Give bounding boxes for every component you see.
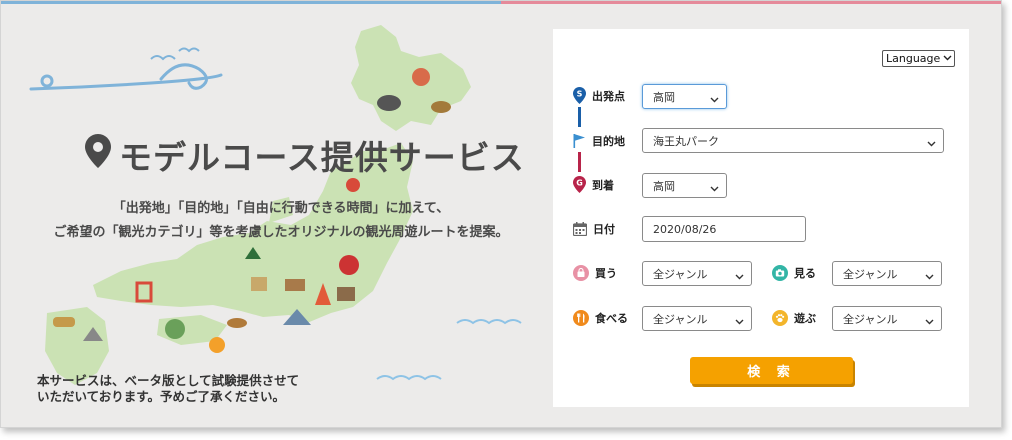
calendar-icon [573,222,587,236]
chevron-down-icon [925,315,934,328]
buy-genre-value: 全ジャンル [653,267,708,281]
arrival-select[interactable]: 高岡 [642,173,727,198]
map-pin-icon [85,134,111,176]
departure-select-value: 高岡 [653,90,675,104]
see-label-text: 見る [794,267,816,280]
date-input-value: 2020/08/26 [653,222,717,236]
date-input[interactable]: 2020/08/26 [642,216,806,242]
wave-decoration-right [376,319,522,381]
destination-label: 目的地 [573,133,625,149]
hokkaido-shape [351,25,471,131]
eat-genre-select[interactable]: 全ジャンル [642,306,752,331]
date-label: 日付 [573,221,615,237]
page-title: モデルコース提供サービス [85,131,525,179]
start-marker-icon: S [573,87,586,104]
play-label: 遊ぶ [772,310,816,326]
see-genre-select[interactable]: 全ジャンル [832,261,942,286]
destination-select-value: 海王丸パーク [653,134,719,148]
departure-label-text: 出発点 [592,89,625,103]
route-connector-goal [578,152,581,172]
chevron-down-icon [710,182,719,195]
destination-select[interactable]: 海王丸パーク [642,128,944,153]
language-select[interactable]: Language [882,50,956,67]
chevron-down-icon [927,137,936,150]
play-genre-select[interactable]: 全ジャンル [832,306,942,331]
arrival-label: G 到着 [573,176,614,193]
flag-icon [573,133,586,149]
play-genre-value: 全ジャンル [843,312,898,326]
route-connector-start [578,107,581,127]
arrival-select-value: 高岡 [653,179,675,193]
search-button[interactable]: 検 索 [690,357,853,384]
route-search-panel: Language S 出発点 高岡 目的地 海王丸パーク G 到着 高岡 日付 … [553,29,969,407]
page-title-text: モデルコース提供サービス [119,138,525,177]
arrival-label-text: 到着 [592,178,614,192]
goal-marker-icon: G [573,176,586,193]
buy-label-text: 買う [595,267,617,280]
buy-genre-select[interactable]: 全ジャンル [642,261,752,286]
beta-notice-line-2: いただいております。予めご了承ください。 [37,389,286,404]
paw-icon [772,310,788,326]
play-label-text: 遊ぶ [794,312,816,325]
service-description: 「出発地」「目的地」「自由に行動できる時間」に加えて、 ご希望の「観光カテゴリ」… [25,197,537,245]
camera-icon [772,265,788,281]
shopping-bag-icon [573,265,589,281]
language-select-label: Language [886,52,941,65]
see-label: 見る [772,265,816,281]
chevron-down-icon [735,315,744,328]
date-label-text: 日付 [593,223,615,236]
chevron-down-icon [710,93,719,106]
birds-decoration [150,47,200,61]
eat-genre-value: 全ジャンル [653,312,708,326]
chevron-down-icon [943,51,952,66]
destination-label-text: 目的地 [592,135,625,148]
start-marker-letter: S [577,90,583,99]
description-line-2: ご希望の「観光カテゴリ」等を考慮したオリジナルの観光周遊ルートを提案。 [53,225,509,240]
wave-decoration [29,63,223,91]
description-line-1: 「出発地」「目的地」「自由に行動できる時間」に加えて、 [112,201,450,216]
departure-label: S 出発点 [573,87,625,104]
beta-notice: 本サービスは、ベータ版として試験提供させて いただいております。予めご了承くださ… [37,373,299,405]
chevron-down-icon [735,270,744,283]
goal-marker-letter: G [576,179,583,188]
departure-select[interactable]: 高岡 [642,84,727,109]
buy-label: 買う [573,265,617,281]
search-button-label: 検 索 [747,365,796,380]
see-genre-value: 全ジャンル [843,267,898,281]
hero-frame: モデルコース提供サービス 「出発地」「目的地」「自由に行動できる時間」に加えて、… [0,0,1002,428]
fork-knife-icon [573,310,589,326]
eat-label: 食べる [573,310,628,326]
eat-label-text: 食べる [595,312,628,325]
chevron-down-icon [925,270,934,283]
beta-notice-line-1: 本サービスは、ベータ版として試験提供させて [37,373,300,388]
